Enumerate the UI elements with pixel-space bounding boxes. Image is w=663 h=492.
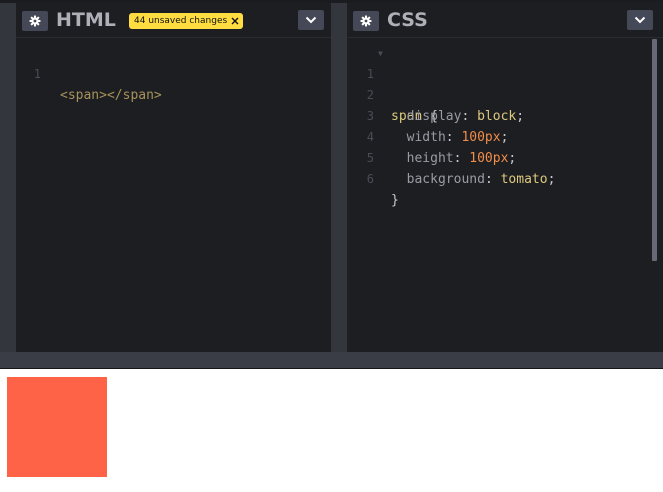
preview-output [0, 369, 663, 492]
code-line: 2 display: block; [347, 64, 663, 124]
output-resize-bar[interactable] [0, 352, 663, 368]
unsaved-changes-badge[interactable]: 44 unsaved changes [129, 13, 244, 29]
close-brace: } [391, 193, 399, 208]
code-line: 6 } [347, 148, 663, 208]
chevron-down-icon [634, 16, 646, 24]
chevron-down-icon [305, 16, 317, 24]
css-collapse-button[interactable] [627, 10, 653, 30]
html-editor-panel: HTML 44 unsaved changes 1 <span></span> [16, 3, 331, 352]
code-line: 5 background: tomato; [347, 127, 663, 187]
code-line: 3 width: 100px; [347, 85, 663, 145]
left-resize-gutter[interactable] [0, 3, 16, 352]
css-property: background [406, 172, 485, 187]
css-scrollbar[interactable] [652, 39, 657, 261]
css-code-area[interactable]: 1 ▼ span { 2 display: block; 3 width: 10… [347, 43, 663, 208]
gear-icon [360, 15, 372, 27]
close-icon[interactable] [231, 17, 239, 25]
panel-resize-divider[interactable] [331, 3, 347, 352]
css-value: tomato [500, 172, 548, 187]
html-collapse-button[interactable] [298, 10, 324, 30]
line-number: 6 [366, 172, 374, 186]
rendered-span-box [7, 377, 107, 477]
code-line: 4 height: 100px; [347, 106, 663, 166]
line-number: 1 [33, 67, 41, 81]
html-code-area[interactable]: 1 <span></span> [16, 43, 331, 103]
code-line: 1 ▼ span { [347, 43, 663, 124]
fold-arrow-icon[interactable]: ▼ [378, 43, 383, 64]
html-settings-button[interactable] [22, 11, 48, 31]
code-line: 1 <span></span> [16, 43, 331, 103]
html-panel-title: HTML [56, 9, 116, 31]
gear-icon [29, 15, 41, 27]
html-panel-header: HTML 44 unsaved changes [16, 3, 331, 38]
css-editor-panel: CSS 1 ▼ span { 2 display: block; 3 width… [347, 3, 663, 352]
css-settings-button[interactable] [353, 11, 379, 31]
unsaved-changes-text: 44 unsaved changes [134, 16, 228, 26]
editor-workspace: HTML 44 unsaved changes 1 <span></span> [0, 0, 663, 369]
css-panel-header: CSS [347, 3, 663, 38]
css-panel-title: CSS [387, 9, 428, 31]
code-text: <span></span> [60, 88, 162, 103]
